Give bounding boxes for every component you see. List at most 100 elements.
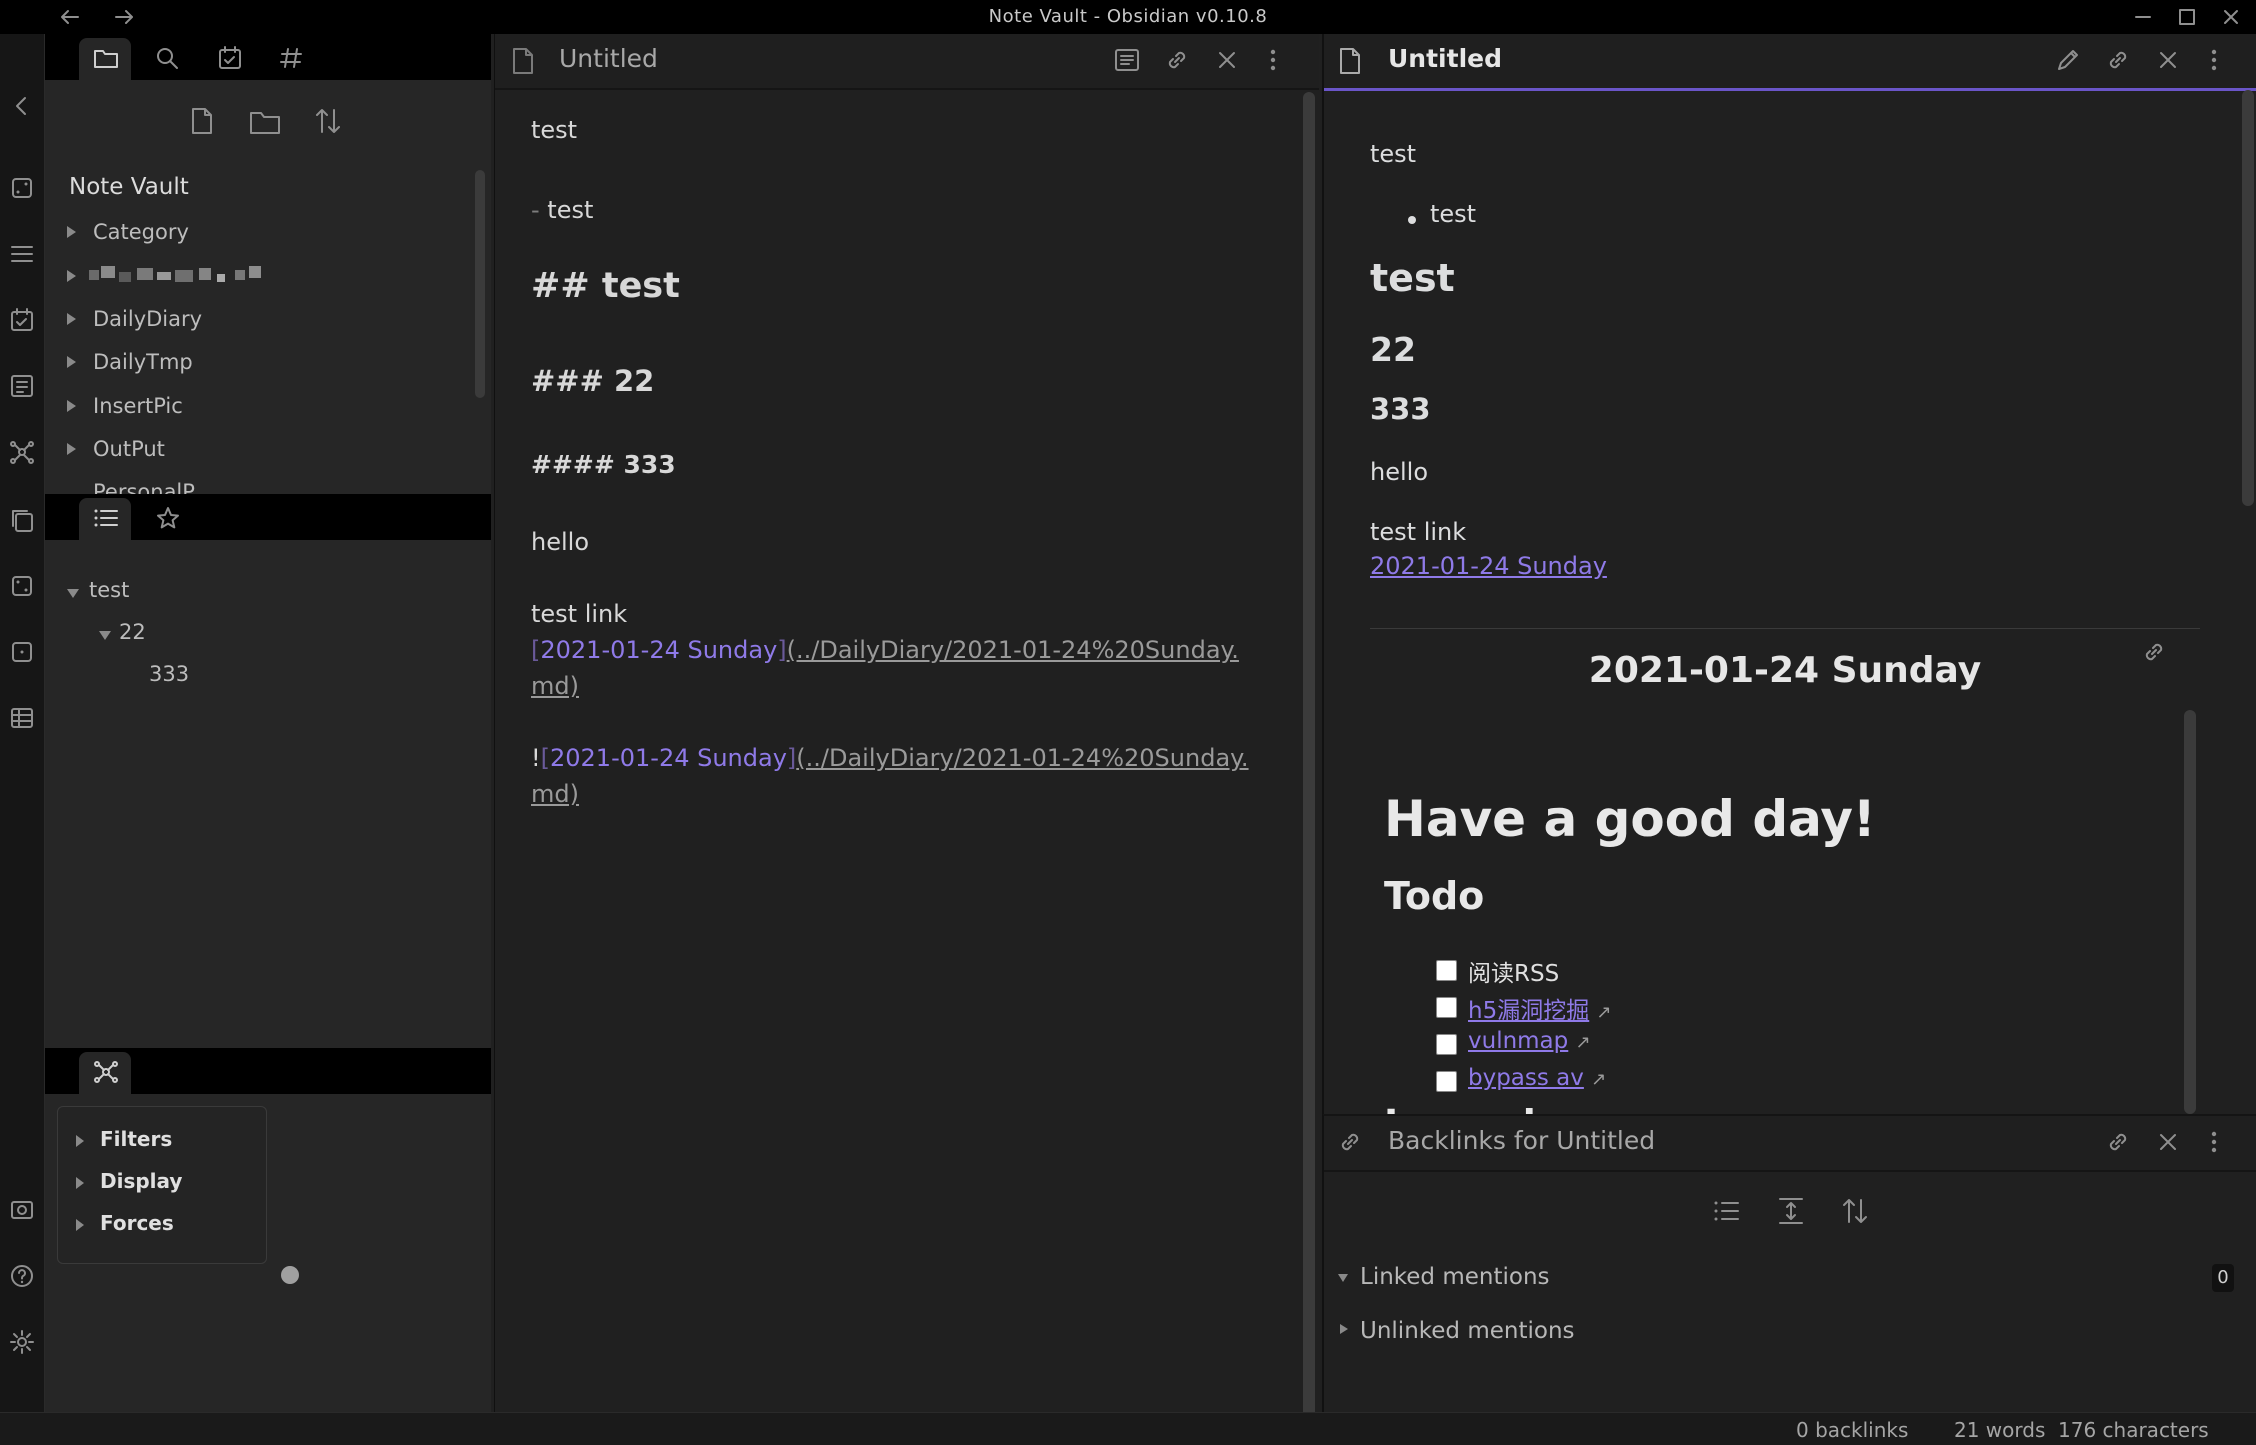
- tab-calendar[interactable]: [203, 38, 255, 80]
- daily-note-calendar-icon[interactable]: [8, 306, 36, 334]
- external-link-text[interactable]: vulnmap: [1468, 1028, 1568, 1054]
- close-pane-icon[interactable]: [1213, 46, 1241, 74]
- status-backlinks[interactable]: 0 backlinks: [1796, 1418, 1908, 1442]
- folder-collapse-arrow[interactable]: [67, 400, 76, 412]
- external-link-text[interactable]: h5漏洞挖掘: [1468, 998, 1589, 1024]
- table-icon[interactable]: [8, 704, 36, 732]
- copy-document-icon[interactable]: [8, 506, 36, 534]
- list-menu-icon[interactable]: [8, 240, 36, 268]
- collapse-results-icon[interactable]: [1712, 1196, 1742, 1226]
- tab-starred[interactable]: [141, 498, 193, 540]
- todo-external-link[interactable]: vulnmap ↗: [1468, 1028, 1591, 1054]
- editor-heading-4[interactable]: #### 333: [531, 450, 676, 479]
- folder-collapse-arrow[interactable]: [67, 226, 76, 238]
- graph-forces-toggle[interactable]: Forces: [100, 1211, 174, 1235]
- more-options-icon[interactable]: [2204, 1128, 2224, 1156]
- todo-checkbox[interactable]: [1436, 1034, 1457, 1055]
- dice-alt-icon[interactable]: [8, 638, 36, 666]
- help-icon[interactable]: [8, 1262, 36, 1290]
- link-url[interactable]: (../DailyDiary/2021-01-24%20Sunday.: [787, 636, 1239, 664]
- vault-switcher-icon[interactable]: [8, 1196, 36, 1224]
- maximize-icon[interactable]: [2176, 6, 2198, 28]
- collapse-arrow[interactable]: [76, 1135, 84, 1147]
- reading-mode-icon[interactable]: [1113, 46, 1141, 74]
- todo-external-link[interactable]: h5漏洞挖掘 ↗: [1468, 991, 1612, 1025]
- new-note-icon[interactable]: [189, 106, 215, 136]
- link-url[interactable]: md): [531, 780, 579, 808]
- graph-node[interactable]: [281, 1266, 299, 1284]
- preview-title[interactable]: Untitled: [1388, 44, 1502, 73]
- preview-internal-link[interactable]: 2021-01-24 Sunday: [1370, 552, 1607, 580]
- minimize-icon[interactable]: [2132, 6, 2154, 28]
- expand-context-icon[interactable]: [1776, 1196, 1806, 1226]
- link-pane-icon[interactable]: [2104, 1128, 2132, 1156]
- linked-mentions-toggle[interactable]: Linked mentions: [1360, 1264, 1550, 1290]
- more-options-icon[interactable]: [2204, 46, 2224, 74]
- backlinks-title[interactable]: Backlinks for Untitled: [1388, 1126, 1655, 1155]
- editor-line[interactable]: hello: [531, 528, 589, 556]
- close-pane-icon[interactable]: [2154, 1128, 2182, 1156]
- close-pane-icon[interactable]: [2154, 46, 2182, 74]
- outline-collapse-arrow[interactable]: [99, 631, 111, 640]
- outline-item[interactable]: 22: [119, 620, 146, 650]
- random-note-dice-icon[interactable]: [8, 174, 36, 202]
- edit-pencil-icon[interactable]: [2054, 46, 2082, 74]
- folder-item[interactable]: InsertPic: [93, 394, 183, 424]
- settings-gear-icon[interactable]: [8, 1328, 36, 1356]
- editor-markdown-link[interactable]: [2021-01-24 Sunday](../DailyDiary/2021-0…: [531, 636, 1239, 664]
- folder-collapse-arrow[interactable]: [67, 443, 76, 455]
- folder-collapse-arrow[interactable]: [67, 313, 76, 325]
- tab-outline[interactable]: [79, 498, 131, 540]
- editor-line[interactable]: - test: [531, 196, 593, 224]
- folder-item[interactable]: DailyDiary: [93, 307, 202, 337]
- pixelated-folder-name[interactable]: [89, 264, 269, 286]
- collapse-arrow[interactable]: [1340, 1324, 1348, 1334]
- graph-filters-toggle[interactable]: Filters: [100, 1127, 172, 1151]
- explorer-scrollbar[interactable]: [475, 170, 485, 398]
- embed-link-icon[interactable]: [2140, 638, 2168, 666]
- templates-icon[interactable]: [8, 372, 36, 400]
- editor-line[interactable]: test link: [531, 600, 627, 628]
- editor-link-continuation[interactable]: md): [531, 672, 579, 700]
- tab-local-graph[interactable]: [79, 1052, 131, 1094]
- collapse-arrow[interactable]: [1338, 1274, 1348, 1282]
- todo-external-link[interactable]: bypass av ↗: [1468, 1065, 1606, 1091]
- dice-icon[interactable]: [8, 572, 36, 600]
- unlinked-mentions-toggle[interactable]: Unlinked mentions: [1360, 1318, 1575, 1344]
- close-window-icon[interactable]: [2220, 6, 2242, 28]
- folder-collapse-arrow[interactable]: [67, 356, 76, 368]
- graph-display-toggle[interactable]: Display: [100, 1169, 182, 1193]
- graph-view-icon[interactable]: [8, 438, 36, 466]
- more-options-icon[interactable]: [1263, 46, 1283, 74]
- folder-item[interactable]: DailyTmp: [93, 350, 193, 380]
- folder-collapse-arrow[interactable]: [67, 270, 76, 282]
- link-url[interactable]: md): [531, 672, 579, 700]
- sort-order-icon[interactable]: [1840, 1196, 1870, 1226]
- tab-file-explorer[interactable]: [79, 38, 131, 80]
- todo-checkbox[interactable]: [1436, 960, 1457, 981]
- editor-link-continuation[interactable]: md): [531, 780, 579, 808]
- embed-scrollbar[interactable]: [2184, 710, 2196, 1114]
- editor-heading-3[interactable]: ### 22: [531, 364, 654, 398]
- collapse-arrow[interactable]: [76, 1177, 84, 1189]
- folder-item[interactable]: OutPut: [93, 437, 165, 467]
- link-text[interactable]: 2021-01-24 Sunday: [550, 744, 787, 772]
- link-url[interactable]: (../DailyDiary/2021-01-24%20Sunday.: [796, 744, 1248, 772]
- folder-item[interactable]: Category: [93, 220, 189, 250]
- new-folder-icon[interactable]: [249, 108, 281, 136]
- editor-heading-2[interactable]: ## test: [531, 266, 680, 306]
- external-link-text[interactable]: bypass av: [1468, 1065, 1584, 1091]
- todo-checkbox[interactable]: [1436, 997, 1457, 1018]
- link-pane-icon[interactable]: [1163, 46, 1191, 74]
- editor-embed-link[interactable]: ![2021-01-24 Sunday](../DailyDiary/2021-…: [531, 744, 1249, 772]
- todo-checkbox[interactable]: [1436, 1071, 1457, 1092]
- folder-item-partial[interactable]: PersonalP...: [93, 480, 212, 494]
- editor-title[interactable]: Untitled: [559, 44, 658, 73]
- outline-collapse-arrow[interactable]: [67, 589, 79, 598]
- preview-scrollbar[interactable]: [2242, 90, 2254, 506]
- collapse-sidebar-icon[interactable]: [8, 92, 36, 120]
- outline-item[interactable]: test: [89, 578, 129, 608]
- outline-item[interactable]: 333: [149, 662, 189, 692]
- editor-scrollbar[interactable]: [1303, 92, 1315, 1432]
- tab-search[interactable]: [141, 38, 193, 80]
